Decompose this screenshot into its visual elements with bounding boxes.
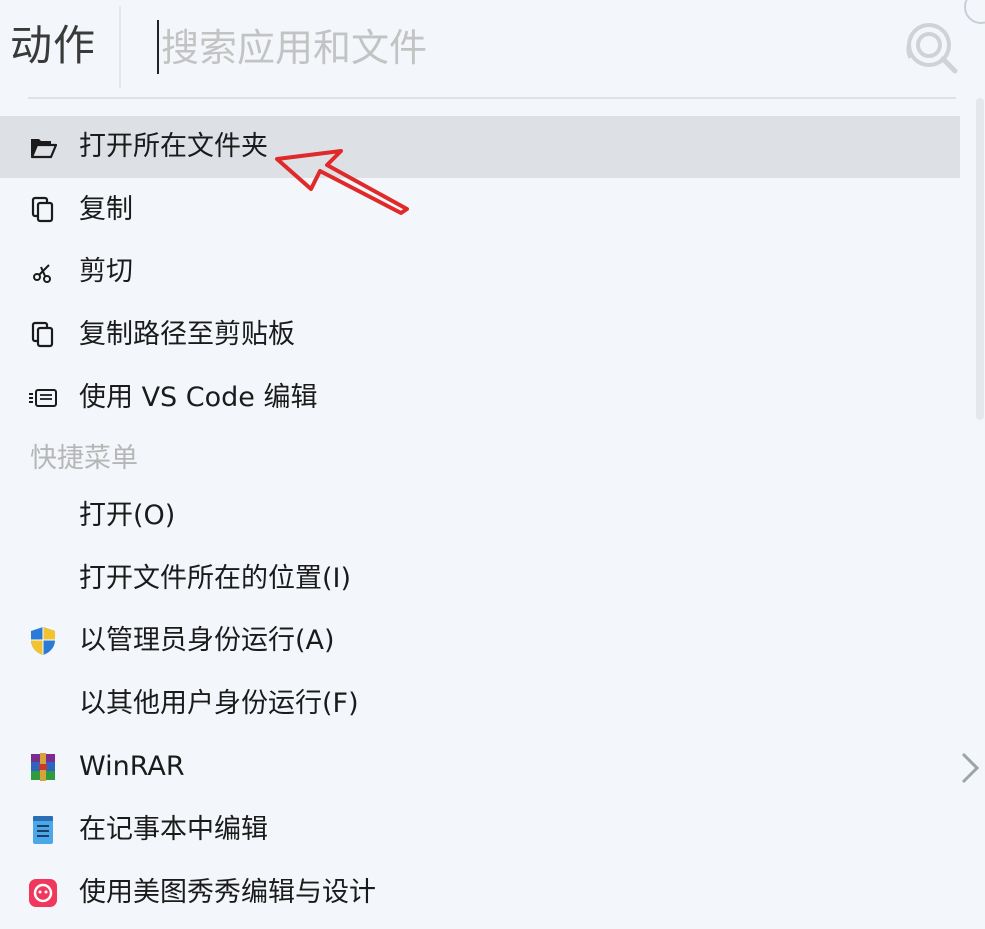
context-item-label: 在记事本中编辑 (79, 814, 268, 845)
context-item-open-location[interactable]: 打开文件所在的位置(I) (0, 548, 960, 610)
action-item-copy[interactable]: 复制 (0, 179, 960, 241)
action-item-cut[interactable]: 剪切 (0, 241, 960, 303)
header: 动作 (0, 0, 985, 99)
winrar-icon (27, 750, 59, 784)
text-caret (157, 20, 159, 74)
vscode-icon (27, 381, 59, 415)
action-item-label: 复制 (79, 194, 133, 225)
context-item-label: 使用美图秀秀编辑与设计 (79, 877, 376, 908)
action-item-label: 使用 VS Code 编辑 (79, 382, 318, 413)
context-item-label: 以其他用户身份运行(F) (79, 688, 359, 719)
notepad-icon (27, 813, 59, 847)
context-item-label: 以管理员身份运行(A) (79, 625, 335, 656)
copy-icon (27, 193, 59, 227)
section-header-context-menu: 快捷菜单 (30, 443, 138, 474)
action-panel: 动作 打开所在文件夹 复制 (0, 0, 985, 929)
context-item-run-as-admin[interactable]: 以管理员身份运行(A) (0, 610, 960, 672)
action-item-label: 剪切 (79, 256, 133, 287)
context-item-label: 打开(O) (79, 500, 176, 531)
chevron-right-icon[interactable] (955, 748, 985, 788)
action-item-vscode[interactable]: 使用 VS Code 编辑 (0, 367, 960, 429)
context-item-run-as-other[interactable]: 以其他用户身份运行(F) (0, 673, 960, 735)
folder-open-icon (27, 130, 59, 164)
context-item-meitu[interactable]: 使用美图秀秀编辑与设计 (0, 862, 960, 924)
context-item-label: 打开文件所在的位置(I) (79, 563, 352, 594)
header-divider (119, 6, 121, 88)
close-icon[interactable] (964, 0, 985, 24)
panel-title: 动作 (10, 21, 97, 70)
action-item-copy-path[interactable]: 复制路径至剪贴板 (0, 304, 960, 366)
action-item-open-folder[interactable]: 打开所在文件夹 (0, 116, 960, 178)
header-separator (28, 97, 956, 99)
context-item-notepad[interactable]: 在记事本中编辑 (0, 799, 960, 861)
action-item-label: 复制路径至剪贴板 (79, 319, 295, 350)
uac-shield-icon (27, 624, 59, 658)
context-item-label: WinRAR (79, 751, 185, 782)
ai-search-icon[interactable] (902, 18, 960, 76)
copy-icon (27, 318, 59, 352)
search-input[interactable] (155, 18, 855, 78)
context-item-winrar[interactable]: WinRAR (0, 736, 960, 798)
action-item-label: 打开所在文件夹 (79, 131, 268, 162)
meitu-icon (27, 876, 59, 910)
scrollbar[interactable] (976, 98, 984, 420)
scissors-icon (27, 255, 59, 289)
context-item-open[interactable]: 打开(O) (0, 485, 960, 547)
